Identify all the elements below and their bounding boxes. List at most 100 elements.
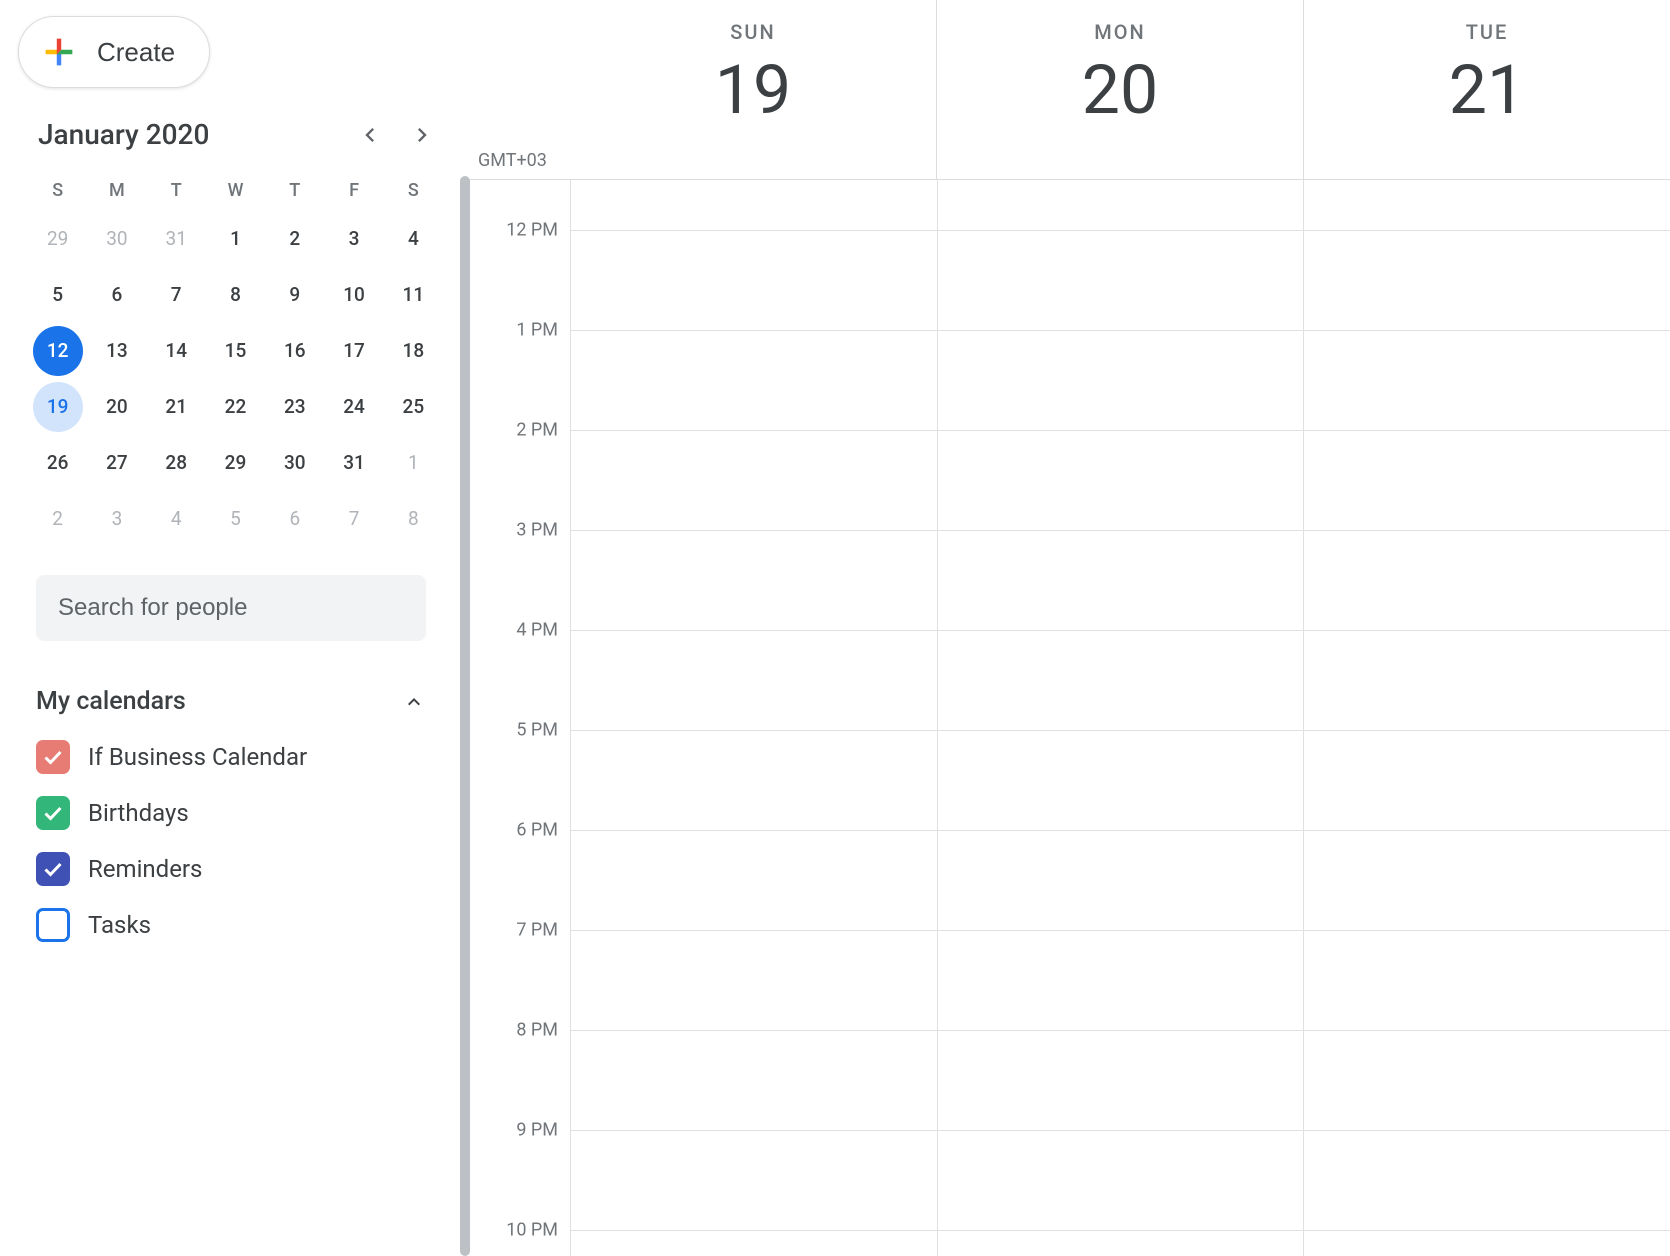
mini-day[interactable]: 3 bbox=[329, 214, 379, 264]
my-calendars-toggle[interactable]: My calendars bbox=[18, 687, 436, 716]
mini-day[interactable]: 1 bbox=[210, 214, 260, 264]
scrollbar-thumb[interactable] bbox=[460, 176, 470, 1256]
mini-dow: T bbox=[147, 171, 206, 211]
calendar-label: Reminders bbox=[88, 855, 202, 883]
hour-gridline bbox=[570, 730, 1670, 731]
day-column-header[interactable]: MON20 bbox=[936, 0, 1303, 179]
calendar-item[interactable]: Birthdays bbox=[36, 796, 436, 830]
mini-day[interactable]: 3 bbox=[92, 494, 142, 544]
mini-day[interactable]: 27 bbox=[92, 438, 142, 488]
mini-day[interactable]: 23 bbox=[270, 382, 320, 432]
hour-gridline bbox=[570, 830, 1670, 831]
date-label: 21 bbox=[1304, 50, 1670, 130]
mini-day[interactable]: 15 bbox=[210, 326, 260, 376]
hour-gridline bbox=[570, 230, 1670, 231]
chevron-right-icon[interactable] bbox=[408, 121, 436, 149]
mini-day[interactable]: 19 bbox=[33, 382, 83, 432]
mini-day[interactable]: 9 bbox=[270, 270, 320, 320]
mini-day[interactable]: 20 bbox=[92, 382, 142, 432]
hour-gridline bbox=[570, 930, 1670, 931]
mini-day[interactable]: 4 bbox=[151, 494, 201, 544]
day-column[interactable] bbox=[1303, 180, 1670, 1256]
mini-day[interactable]: 4 bbox=[388, 214, 438, 264]
mini-day[interactable]: 11 bbox=[388, 270, 438, 320]
calendar-item[interactable]: If Business Calendar bbox=[36, 740, 436, 774]
grid-columns[interactable] bbox=[570, 180, 1670, 1256]
mini-dow: S bbox=[384, 171, 443, 211]
hour-label: 12 PM bbox=[506, 220, 558, 241]
mini-day[interactable]: 14 bbox=[151, 326, 201, 376]
hour-label: 2 PM bbox=[516, 420, 558, 441]
plus-icon bbox=[39, 32, 79, 72]
mini-day[interactable]: 7 bbox=[329, 494, 379, 544]
dow-label: SUN bbox=[570, 20, 936, 44]
hour-label: 7 PM bbox=[516, 920, 558, 941]
mini-day[interactable]: 21 bbox=[151, 382, 201, 432]
calendar-checkbox[interactable] bbox=[36, 908, 70, 942]
mini-day[interactable]: 8 bbox=[388, 494, 438, 544]
chevron-left-icon[interactable] bbox=[356, 121, 384, 149]
mini-day[interactable]: 24 bbox=[329, 382, 379, 432]
hour-label: 5 PM bbox=[516, 720, 558, 741]
hours-area[interactable]: 12 PM1 PM2 PM3 PM4 PM5 PM6 PM7 PM8 PM9 P… bbox=[460, 180, 1670, 1256]
mini-day[interactable]: 25 bbox=[388, 382, 438, 432]
mini-day[interactable]: 31 bbox=[329, 438, 379, 488]
mini-day[interactable]: 30 bbox=[270, 438, 320, 488]
hour-gridline bbox=[570, 530, 1670, 531]
search-people-input[interactable] bbox=[56, 593, 406, 623]
mini-calendar: January 2020 SMTWTFS29303112345678910111… bbox=[18, 118, 436, 547]
mini-day[interactable]: 13 bbox=[92, 326, 142, 376]
calendar-checkbox[interactable] bbox=[36, 852, 70, 886]
mini-day[interactable]: 2 bbox=[33, 494, 83, 544]
calendar-label: Birthdays bbox=[88, 799, 189, 827]
mini-day[interactable]: 2 bbox=[270, 214, 320, 264]
day-column-header[interactable]: SUN 19 bbox=[570, 0, 936, 179]
mini-day[interactable]: 6 bbox=[270, 494, 320, 544]
mini-day[interactable]: 5 bbox=[210, 494, 260, 544]
calendar-checkbox[interactable] bbox=[36, 796, 70, 830]
date-label: 19 bbox=[570, 50, 936, 130]
mini-day[interactable]: 17 bbox=[329, 326, 379, 376]
mini-day[interactable]: 7 bbox=[151, 270, 201, 320]
calendar-item[interactable]: Reminders bbox=[36, 852, 436, 886]
mini-day[interactable]: 12 bbox=[33, 326, 83, 376]
mini-day[interactable]: 26 bbox=[33, 438, 83, 488]
hour-gridline bbox=[570, 1130, 1670, 1131]
mini-day[interactable]: 5 bbox=[33, 270, 83, 320]
hour-gridline bbox=[570, 1230, 1670, 1231]
mini-day[interactable]: 29 bbox=[33, 214, 83, 264]
day-column[interactable] bbox=[570, 180, 937, 1256]
mini-day[interactable]: 31 bbox=[151, 214, 201, 264]
hour-label: 1 PM bbox=[516, 320, 558, 341]
mini-dow: F bbox=[324, 171, 383, 211]
day-column-header[interactable]: TUE21 bbox=[1303, 0, 1670, 179]
chevron-up-icon bbox=[402, 690, 426, 714]
check-icon bbox=[41, 801, 65, 825]
mini-day[interactable]: 30 bbox=[92, 214, 142, 264]
mini-day[interactable]: 22 bbox=[210, 382, 260, 432]
mini-day[interactable]: 29 bbox=[210, 438, 260, 488]
calendar-label: If Business Calendar bbox=[88, 743, 307, 771]
create-button[interactable]: Create bbox=[18, 16, 210, 88]
hour-gridline bbox=[570, 330, 1670, 331]
mini-calendar-header: January 2020 bbox=[18, 118, 436, 151]
mini-day[interactable]: 8 bbox=[210, 270, 260, 320]
hours-gutter: 12 PM1 PM2 PM3 PM4 PM5 PM6 PM7 PM8 PM9 P… bbox=[470, 180, 570, 1256]
calendar-checkbox[interactable] bbox=[36, 740, 70, 774]
mini-day[interactable]: 28 bbox=[151, 438, 201, 488]
check-icon bbox=[41, 745, 65, 769]
calendar-main: GMT+03 SUN19MON20TUE21 12 PM1 PM2 PM3 PM… bbox=[460, 0, 1670, 1256]
hour-gridline bbox=[570, 630, 1670, 631]
calendar-item[interactable]: Tasks bbox=[36, 908, 436, 942]
hour-gridline bbox=[570, 1030, 1670, 1031]
mini-day[interactable]: 10 bbox=[329, 270, 379, 320]
date-label: 20 bbox=[937, 50, 1303, 130]
mini-day[interactable]: 16 bbox=[270, 326, 320, 376]
day-column[interactable] bbox=[937, 180, 1304, 1256]
mini-day[interactable]: 1 bbox=[388, 438, 438, 488]
calendar-list: If Business Calendar Birthdays Reminders Ta… bbox=[18, 740, 436, 942]
mini-day[interactable]: 6 bbox=[92, 270, 142, 320]
mini-day[interactable]: 18 bbox=[388, 326, 438, 376]
search-people-box[interactable] bbox=[36, 575, 426, 641]
day-header-row: SUN 19MON20TUE21 bbox=[460, 0, 1670, 180]
